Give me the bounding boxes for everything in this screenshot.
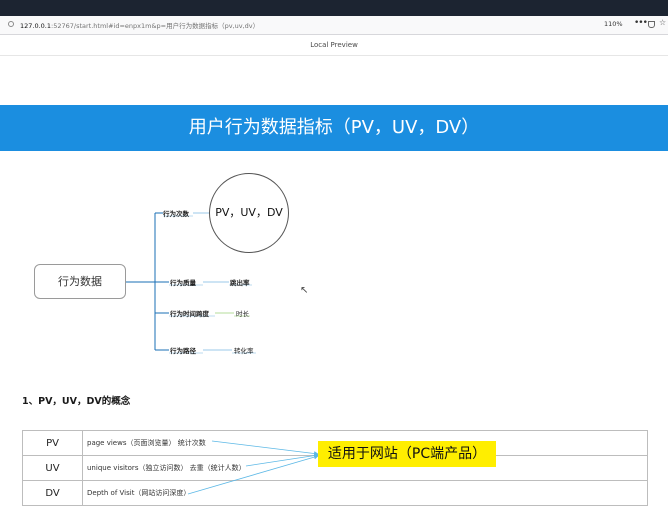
site-info-icon[interactable] <box>8 21 14 27</box>
preview-title: Local Preview <box>0 35 668 56</box>
table-row: DV Depth of Visit（网站访问深度） <box>22 480 648 506</box>
page-actions-menu-icon[interactable]: ••• <box>634 18 648 28</box>
mindmap-branch-label[interactable]: 行为质量 <box>170 277 196 287</box>
mindmap-branch-label[interactable]: 行为时间跨度 <box>170 308 209 318</box>
mindmap-leaf-label[interactable]: 跳出率 <box>230 277 250 287</box>
page-banner-title: 用户行为数据指标（PV，UV，DV） <box>0 105 668 151</box>
mindmap-branch-label[interactable]: 行为次数 <box>163 208 189 218</box>
mouse-cursor-icon: ↖ <box>300 285 309 296</box>
table-cell-desc: Depth of Visit（网站访问深度） <box>82 480 648 506</box>
table-cell-abbr: UV <box>22 455 83 481</box>
bookmark-star-icon[interactable]: ☆ <box>659 18 666 27</box>
address-bar[interactable]: 127.0.0.1:52767/start.html#id=enpx1m&p=用… <box>0 16 668 35</box>
table-cell-abbr: PV <box>22 430 83 456</box>
zoom-level[interactable]: 110% <box>604 20 623 28</box>
section-heading: 1、PV，UV，DV的概念 <box>22 396 131 407</box>
window-top-strip <box>0 0 668 16</box>
mindmap-leaf-label[interactable]: 时长 <box>236 308 249 318</box>
callout-note: 适用于网站（PC端产品） <box>318 441 496 467</box>
mindmap-highlight-circle[interactable]: PV，UV，DV <box>209 173 289 253</box>
mindmap-leaf-label[interactable]: 转化率 <box>234 345 254 355</box>
mindmap-connectors <box>126 212 256 354</box>
table-cell-abbr: DV <box>22 480 83 506</box>
pocket-icon[interactable] <box>648 21 655 28</box>
mindmap-branch-label[interactable]: 行为路径 <box>170 345 196 355</box>
callout-arrows <box>187 440 319 495</box>
mindmap-root-node[interactable]: 行为数据 <box>34 264 126 299</box>
url-text[interactable]: 127.0.0.1:52767/start.html#id=enpx1m&p=用… <box>20 20 259 30</box>
